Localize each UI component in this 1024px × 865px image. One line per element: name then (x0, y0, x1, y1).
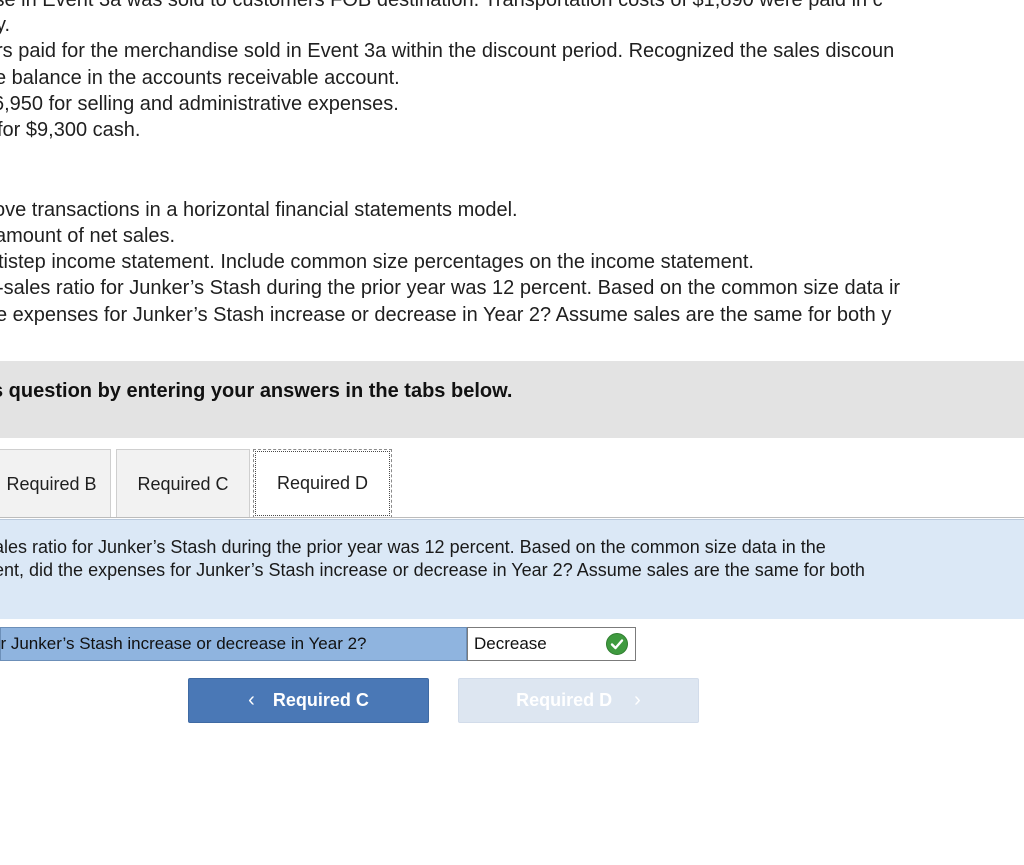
next-button-label: Required D (516, 690, 613, 710)
tab-required-d[interactable]: Required D (253, 449, 392, 518)
instruction-text: s question by entering your answers in t… (0, 380, 513, 402)
problem-line: for $9,300 cash. (0, 119, 141, 141)
answer-select[interactable]: Decrease (467, 627, 636, 661)
answer-prompt: or Junker’s Stash increase or decrease i… (0, 627, 467, 661)
instruction-banner: s question by entering your answers in t… (0, 361, 1024, 438)
page: ise in Event 3a was sold to customers FO… (0, 0, 1024, 865)
problem-line: y. (0, 14, 11, 36)
problem-line: e expenses for Junker’s Stash increase o… (0, 304, 892, 326)
problem-line: ise in Event 3a was sold to customers FO… (0, 0, 883, 11)
problem-line: -sales ratio for Junker’s Stash during t… (0, 277, 901, 299)
prev-button-label: Required C (272, 690, 369, 710)
tab-required-b[interactable]: Required B (0, 449, 111, 518)
answer-value: Decrease (474, 634, 547, 653)
next-required-d-button[interactable]: Required D › (458, 678, 699, 723)
question-text-line: ent, did the expenses for Junker’s Stash… (0, 560, 865, 580)
answer-prompt-text: or Junker’s Stash increase or decrease i… (0, 634, 367, 653)
problem-line: ove transactions in a horizontal financi… (0, 199, 518, 221)
question-text-line: ales ratio for Junker’s Stash during the… (0, 537, 826, 557)
answer-row: or Junker’s Stash increase or decrease i… (0, 627, 636, 661)
problem-line: tistep income statement. Include common … (0, 251, 754, 273)
tab-label: Required B (6, 473, 97, 494)
question-panel: ales ratio for Junker’s Stash during the… (0, 519, 1024, 619)
check-icon (606, 633, 628, 655)
chevron-right-icon: › (634, 689, 641, 711)
problem-line: rs paid for the merchandise sold in Even… (0, 40, 895, 62)
tab-label: Required D (276, 473, 369, 493)
tab-required-c[interactable]: Required C (116, 449, 250, 518)
problem-line: amount of net sales. (0, 225, 176, 247)
problem-line: e balance in the accounts receivable acc… (0, 67, 400, 89)
problem-line: 6,950 for selling and administrative exp… (0, 93, 399, 115)
previous-required-c-button[interactable]: ‹ Required C (188, 678, 429, 723)
tab-divider (0, 517, 1024, 518)
chevron-left-icon: ‹ (248, 689, 255, 711)
tab-label: Required C (137, 473, 229, 494)
